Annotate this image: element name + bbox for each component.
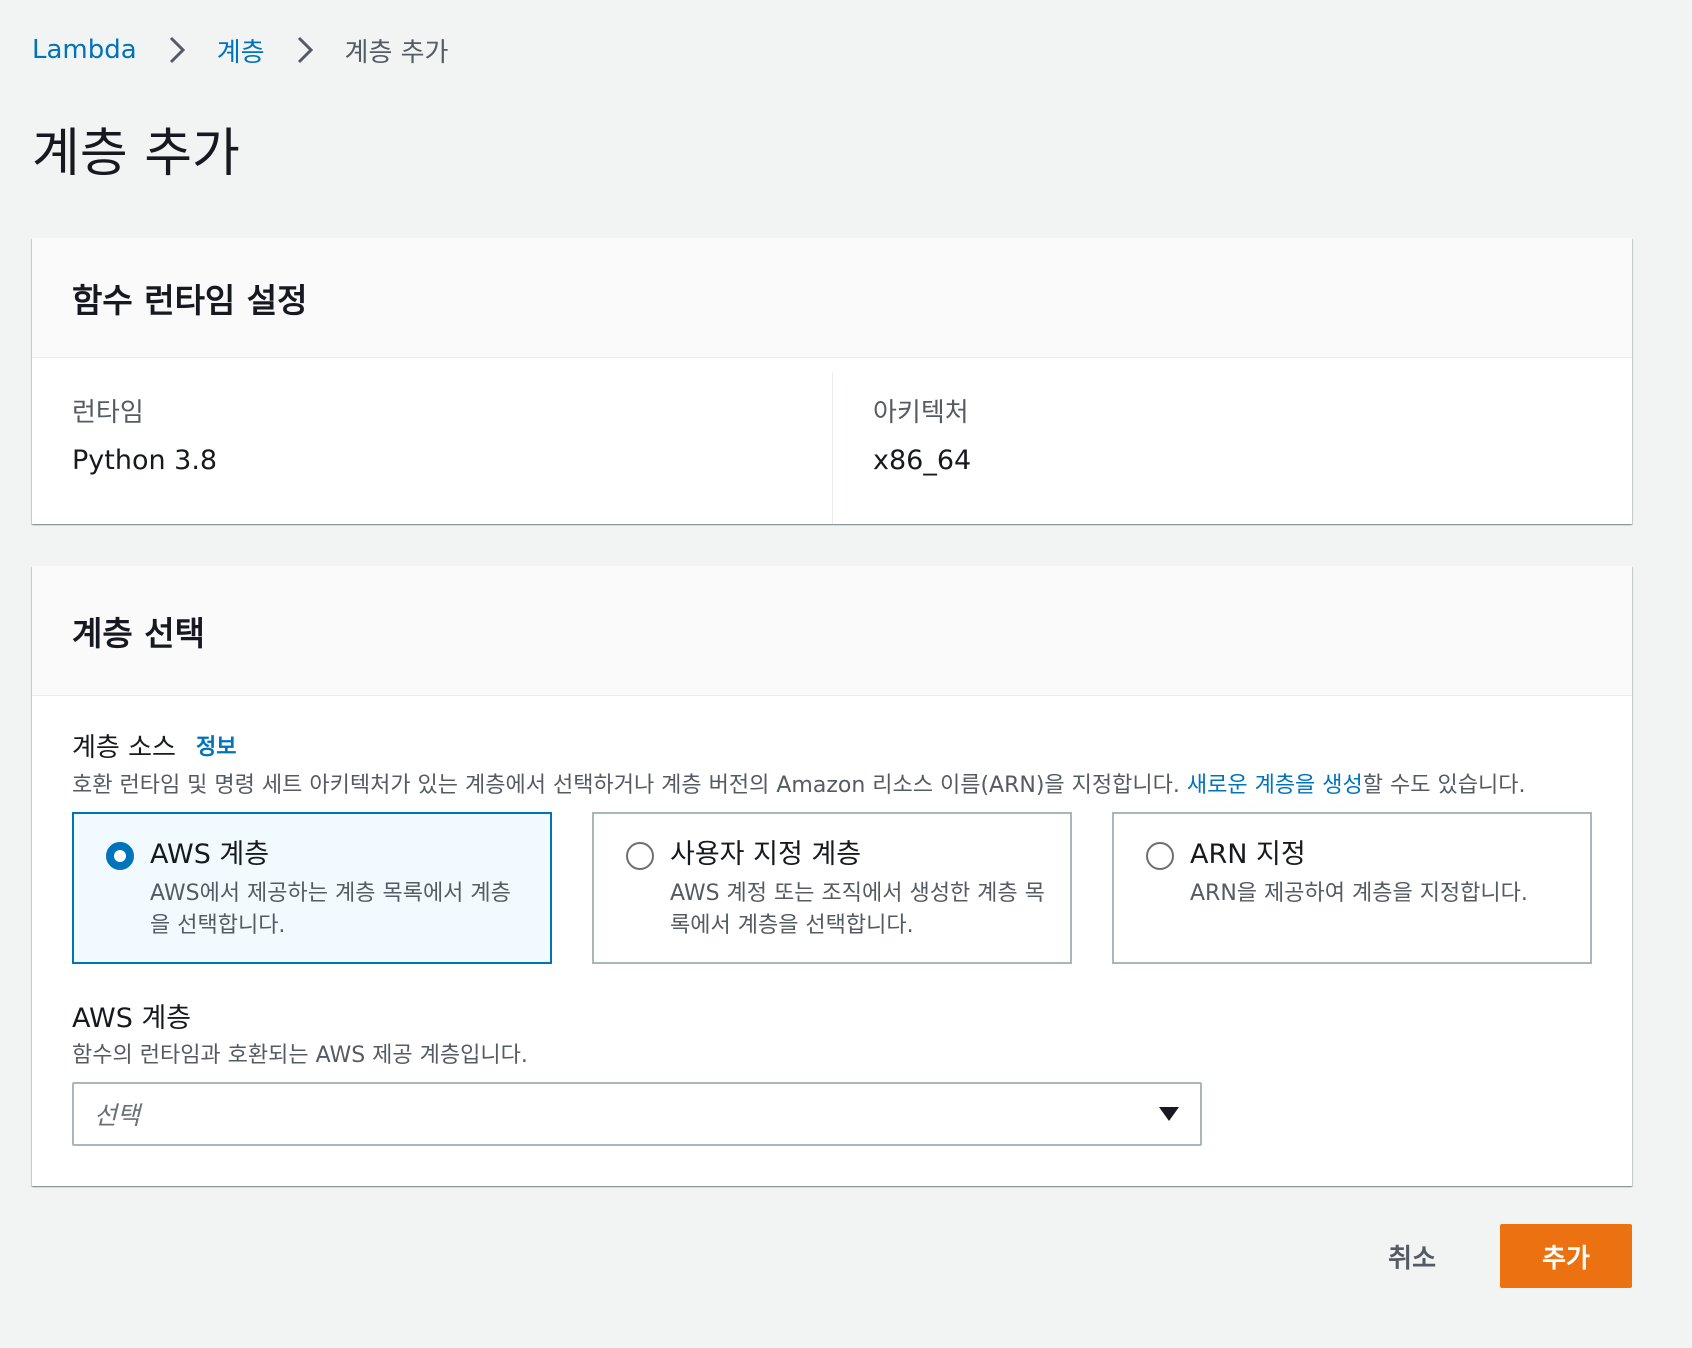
info-link[interactable]: 정보: [196, 730, 236, 766]
breadcrumb-current: 계층 추가: [344, 37, 449, 68]
chevron-right-icon: [297, 36, 313, 64]
page-title: 계층 추가: [32, 124, 240, 184]
form-actions: 취소 추가: [1384, 1224, 1632, 1288]
layer-source-desc-suffix: 할 수도 있습니다.: [1362, 773, 1526, 798]
architecture-label: 아키텍처: [873, 398, 969, 428]
tile-title: 사용자 지정 계층: [670, 839, 862, 870]
runtime-label: 런타임: [72, 398, 144, 428]
breadcrumb-lambda-link[interactable]: Lambda: [32, 35, 137, 65]
radio-custom-layers[interactable]: [626, 842, 654, 870]
tile-description: AWS에서 제공하는 계층 목록에서 계층을 선택합니다.: [150, 881, 511, 938]
choose-layer-panel: 계층 선택 계층 소스 정보 호환 런타임 및 명령 세트 아키텍처가 있는 계…: [32, 566, 1632, 1186]
layer-panel-body: 계층 소스 정보 호환 런타임 및 명령 세트 아키텍처가 있는 계층에서 선택…: [32, 696, 1632, 1146]
aws-layers-select[interactable]: 선택: [72, 1082, 1202, 1146]
tile-content: AWS 계층 AWS에서 제공하는 계층 목록에서 계층을 선택합니다.: [150, 836, 530, 942]
layer-source-tiles: AWS 계층 AWS에서 제공하는 계층 목록에서 계층을 선택합니다. 사용자…: [72, 812, 1592, 964]
runtime-column: 런타임 Python 3.8: [32, 372, 832, 524]
tile-description: AWS 계정 또는 조직에서 생성한 계층 목록에서 계층을 선택합니다.: [670, 881, 1045, 938]
tile-description: ARN을 제공하여 계층을 지정합니다.: [1190, 881, 1528, 906]
radio-aws-layers[interactable]: [106, 842, 134, 870]
function-runtime-settings-panel: 함수 런타임 설정 런타임 Python 3.8 아키텍처 x86_64: [32, 238, 1632, 524]
breadcrumb-layers-link[interactable]: 계층: [217, 32, 265, 69]
tile-aws-layers[interactable]: AWS 계층 AWS에서 제공하는 계층 목록에서 계층을 선택합니다.: [72, 812, 552, 964]
runtime-kv-row: 런타임 Python 3.8 아키텍처 x86_64: [32, 358, 1632, 524]
panel-header: 계층 선택: [32, 566, 1632, 696]
runtime-panel-title: 함수 런타임 설정: [72, 280, 308, 320]
aws-layers-label: AWS 계층: [72, 1003, 192, 1034]
chevron-right-icon: [169, 36, 185, 64]
runtime-value: Python 3.8: [72, 445, 218, 476]
tile-specify-arn[interactable]: ARN 지정 ARN을 제공하여 계층을 지정합니다.: [1112, 812, 1592, 964]
caret-down-icon: [1159, 1107, 1179, 1121]
layer-source-label: 계층 소스 정보: [72, 730, 1592, 766]
aws-layers-description: 함수의 런타임과 호환되는 AWS 제공 계층입니다.: [72, 1043, 528, 1068]
tile-custom-layers[interactable]: 사용자 지정 계층 AWS 계정 또는 조직에서 생성한 계층 목록에서 계층을…: [592, 812, 1072, 964]
create-new-layer-link[interactable]: 새로운 계층을 생성: [1187, 773, 1363, 798]
radio-specify-arn[interactable]: [1146, 842, 1174, 870]
tile-content: ARN 지정 ARN을 제공하여 계층을 지정합니다.: [1190, 836, 1528, 910]
layer-source-desc-text: 호환 런타임 및 명령 세트 아키텍처가 있는 계층에서 선택하거나 계층 버전…: [72, 773, 1187, 798]
tile-content: 사용자 지정 계층 AWS 계정 또는 조직에서 생성한 계층 목록에서 계층을…: [670, 836, 1050, 942]
layer-panel-title: 계층 선택: [72, 613, 205, 653]
architecture-value: x86_64: [873, 445, 972, 476]
tile-title: AWS 계층: [150, 839, 270, 870]
breadcrumb: Lambda 계층 계층 추가: [32, 30, 448, 70]
panel-header: 함수 런타임 설정: [32, 238, 1632, 358]
tile-title: ARN 지정: [1190, 839, 1306, 870]
cancel-button[interactable]: 취소: [1384, 1238, 1440, 1275]
architecture-column: 아키텍처 x86_64: [832, 372, 1632, 524]
select-placeholder: 선택: [94, 1101, 141, 1130]
layer-source-label-text: 계층 소스: [72, 733, 176, 763]
layer-source-description: 호환 런타임 및 명령 세트 아키텍처가 있는 계층에서 선택하거나 계층 버전…: [72, 770, 1592, 802]
add-button[interactable]: 추가: [1500, 1224, 1632, 1288]
